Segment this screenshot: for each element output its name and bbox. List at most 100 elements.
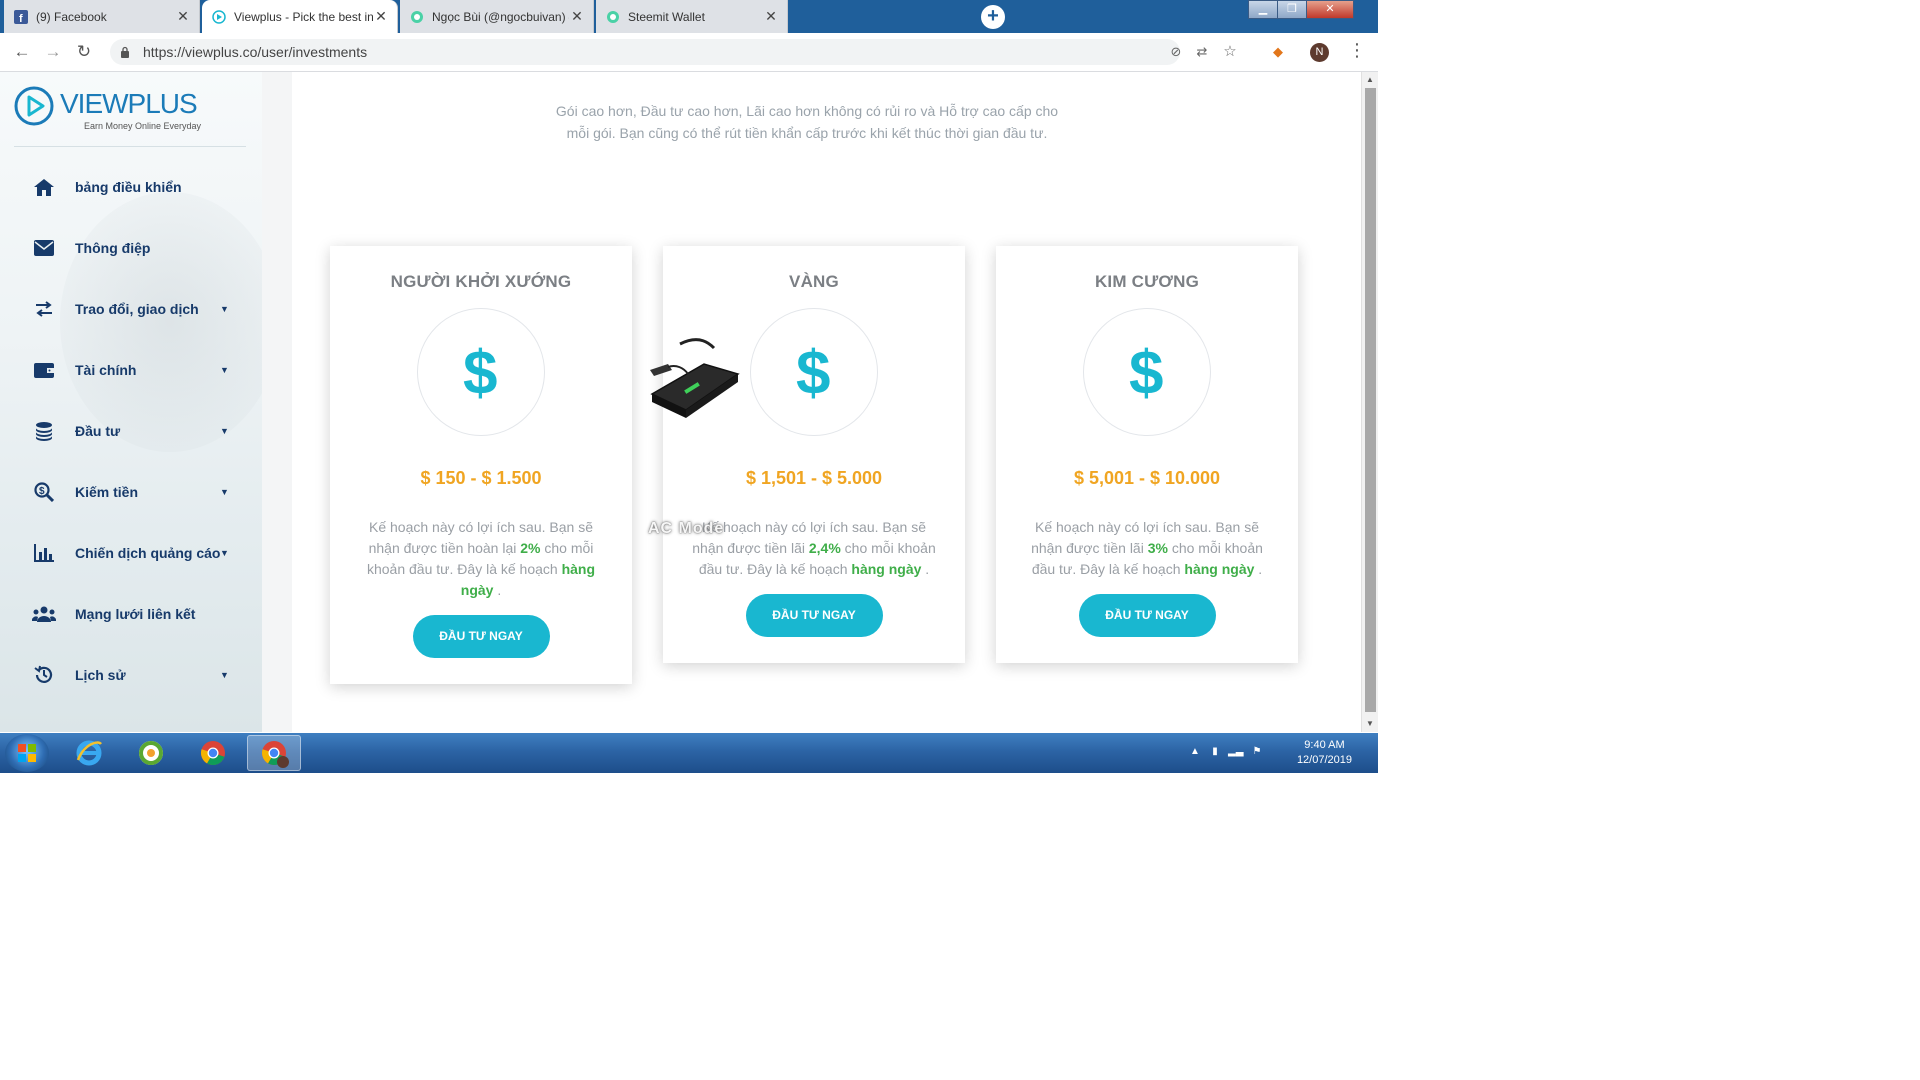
invest-now-button[interactable]: ĐẦU TƯ NGAY: [412, 615, 550, 658]
sidebar-item-dashboard[interactable]: bảng điều khiển: [0, 167, 250, 207]
tab-facebook[interactable]: f (9) Facebook ✕: [4, 0, 200, 33]
bookmark-star-icon[interactable]: ☆: [1222, 44, 1238, 60]
sidebar-item-exchange[interactable]: Trao đổi, giao dịch ▼: [0, 289, 250, 329]
plan-card-gold: VÀNG $ $ 1,501 - $ 5.000 Kế hoạch này có…: [663, 246, 965, 663]
home-icon: [32, 175, 56, 199]
blocked-popup-icon[interactable]: ⊘: [1168, 44, 1184, 60]
sidebar-item-messages[interactable]: Thông điệp: [0, 228, 250, 268]
url-text: https://viewplus.co/user/investments: [143, 44, 368, 60]
svg-text:f: f: [19, 13, 23, 24]
sidebar-item-affiliate[interactable]: Mạng lưới liên kết: [0, 594, 250, 634]
plan-rate: 2,4%: [808, 540, 841, 556]
sidebar: VIEWPLUS Earn Money Online Everyday bảng…: [0, 72, 262, 732]
plan-frequency: hàng ngày: [851, 561, 922, 577]
history-icon: [32, 663, 56, 687]
sidebar-item-label: Đầu tư: [75, 423, 121, 439]
coccoc-icon[interactable]: [124, 735, 178, 771]
plan-description: Kế hoạch này có lợi ích sau. Bạn sẽ nhận…: [366, 519, 596, 598]
forward-arrow-icon[interactable]: →: [41, 40, 65, 64]
reload-icon[interactable]: ↻: [72, 40, 96, 64]
exchange-icon: [32, 297, 56, 321]
close-window-button[interactable]: ✕: [1306, 0, 1354, 19]
chevron-down-icon: ▼: [220, 487, 229, 497]
intro-text: Gói cao hơn, Đầu tư cao hơn, Lãi cao hơn…: [555, 103, 1059, 141]
page-scrollbar[interactable]: ▲ ▼: [1361, 72, 1378, 732]
power-icon[interactable]: ▮: [1208, 746, 1222, 760]
dollar-icon: $: [794, 338, 834, 408]
minimize-button[interactable]: ▁: [1248, 0, 1278, 19]
show-hidden-icons-arrow-icon[interactable]: ▲: [1188, 746, 1202, 760]
sidebar-item-label: Lịch sử: [75, 667, 126, 683]
sidebar-item-label: Mạng lưới liên kết: [75, 606, 196, 622]
metamask-extension-icon[interactable]: ◆: [1270, 44, 1286, 60]
clock[interactable]: 9:40 AM 12/07/2019: [1297, 738, 1352, 768]
tab-title: (9) Facebook: [36, 9, 107, 24]
back-arrow-icon[interactable]: ←: [10, 40, 34, 64]
users-icon: [32, 602, 56, 626]
close-icon[interactable]: ✕: [569, 8, 585, 25]
plan-circle: $: [417, 308, 545, 436]
envelope-icon: [32, 236, 56, 260]
menu-dots-icon[interactable]: ⋮: [1348, 40, 1366, 61]
browser-tab-strip: f (9) Facebook ✕ Viewplus - Pick the bes…: [0, 0, 1378, 33]
tab-steemit-wallet[interactable]: Steemit Wallet ✕: [596, 0, 788, 33]
signal-icon[interactable]: ▂▃: [1228, 746, 1243, 760]
dollar-icon: $: [1127, 338, 1167, 408]
invest-now-button[interactable]: ĐẦU TƯ NGAY: [745, 594, 883, 637]
windows-start-icon[interactable]: [5, 734, 49, 772]
address-bar[interactable]: https://viewplus.co/user/investments ⊘ ⇄…: [110, 39, 1237, 65]
plan-card-diamond: KIM CƯƠNG $ $ 5,001 - $ 10.000 Kế hoạch …: [996, 246, 1298, 663]
sidebar-item-label: Tài chính: [75, 362, 137, 378]
close-icon[interactable]: ✕: [175, 8, 191, 25]
windows-taskbar: ▲ ▮ ▂▃ ⚑ 9:40 AM 12/07/2019: [0, 733, 1378, 773]
browser-toolbar: ← → ↻ https://viewplus.co/user/investmen…: [0, 33, 1378, 72]
plan-rate: 2%: [520, 540, 541, 556]
scrollbar-thumb[interactable]: [1365, 88, 1376, 712]
close-icon[interactable]: ✕: [763, 8, 779, 25]
close-icon[interactable]: ✕: [373, 8, 389, 25]
plan-title: NGƯỜI KHỞI XƯỚNG: [390, 272, 572, 291]
sidebar-item-earn[interactable]: $ Kiếm tiền ▼: [0, 472, 250, 512]
sidebar-item-invest[interactable]: Đầu tư ▼: [0, 411, 250, 451]
steemit-icon: [606, 10, 620, 24]
invest-now-button[interactable]: ĐẦU TƯ NGAY: [1078, 594, 1216, 637]
clock-time: 9:40 AM: [1304, 739, 1345, 751]
plan-range: $ 1,501 - $ 5.000: [745, 468, 883, 488]
play-logo-icon: [14, 86, 54, 126]
scroll-up-arrow-icon[interactable]: ▲: [1366, 75, 1374, 84]
lock-icon: [120, 45, 130, 58]
sidebar-item-history[interactable]: Lịch sử ▼: [0, 655, 250, 695]
network-flag-icon[interactable]: ⚑: [1250, 746, 1264, 760]
tab-steemit-profile[interactable]: Ngọc Bùi (@ngocbuivan) — Stee ✕: [400, 0, 594, 33]
sidebar-item-label: bảng điều khiển: [75, 179, 182, 195]
chrome-profile-icon[interactable]: [247, 735, 301, 771]
chevron-down-icon: ▼: [220, 426, 229, 436]
bar-chart-icon: [32, 541, 56, 565]
tab-viewplus[interactable]: Viewplus - Pick the best invest pl ✕: [202, 0, 398, 33]
dollar-icon: $: [461, 338, 501, 408]
sidebar-item-campaigns[interactable]: Chiến dịch quảng cáo ▼: [0, 533, 250, 573]
wallet-icon: [32, 358, 56, 382]
system-tray: ▲ ▮ ▂▃ ⚑ 9:40 AM 12/07/2019: [1178, 733, 1378, 773]
plan-description: Kế hoạch này có lợi ích sau. Bạn sẽ nhận…: [692, 519, 936, 577]
profile-avatar[interactable]: N: [1310, 43, 1329, 62]
internet-explorer-icon[interactable]: [62, 735, 116, 771]
translate-icon[interactable]: ⇄: [1194, 44, 1210, 60]
plan-range: $ 150 - $ 1.500: [420, 468, 542, 488]
chevron-down-icon: ▼: [220, 548, 229, 558]
divider: [14, 146, 246, 147]
new-tab-button[interactable]: +: [981, 5, 1005, 29]
plan-card-starter: NGƯỜI KHỞI XƯỚNG $ $ 150 - $ 1.500 Kế ho…: [330, 246, 632, 684]
facebook-icon: f: [14, 9, 28, 24]
sidebar-item-finance[interactable]: Tài chính ▼: [0, 350, 250, 390]
chrome-icon[interactable]: [186, 735, 240, 771]
plan-frequency: hàng ngày: [1184, 561, 1255, 577]
scroll-down-arrow-icon[interactable]: ▼: [1366, 719, 1374, 728]
maximize-button[interactable]: ❐: [1277, 0, 1307, 19]
page-viewport: VIEWPLUS Earn Money Online Everyday bảng…: [0, 72, 1378, 732]
sidebar-item-label: Thông điệp: [75, 240, 151, 256]
logo-tagline: Earn Money Online Everyday: [84, 121, 202, 131]
svg-text:$: $: [1129, 339, 1163, 402]
tab-title: Ngọc Bùi (@ngocbuivan) — Stee: [432, 9, 569, 24]
chevron-down-icon: ▼: [220, 670, 229, 680]
